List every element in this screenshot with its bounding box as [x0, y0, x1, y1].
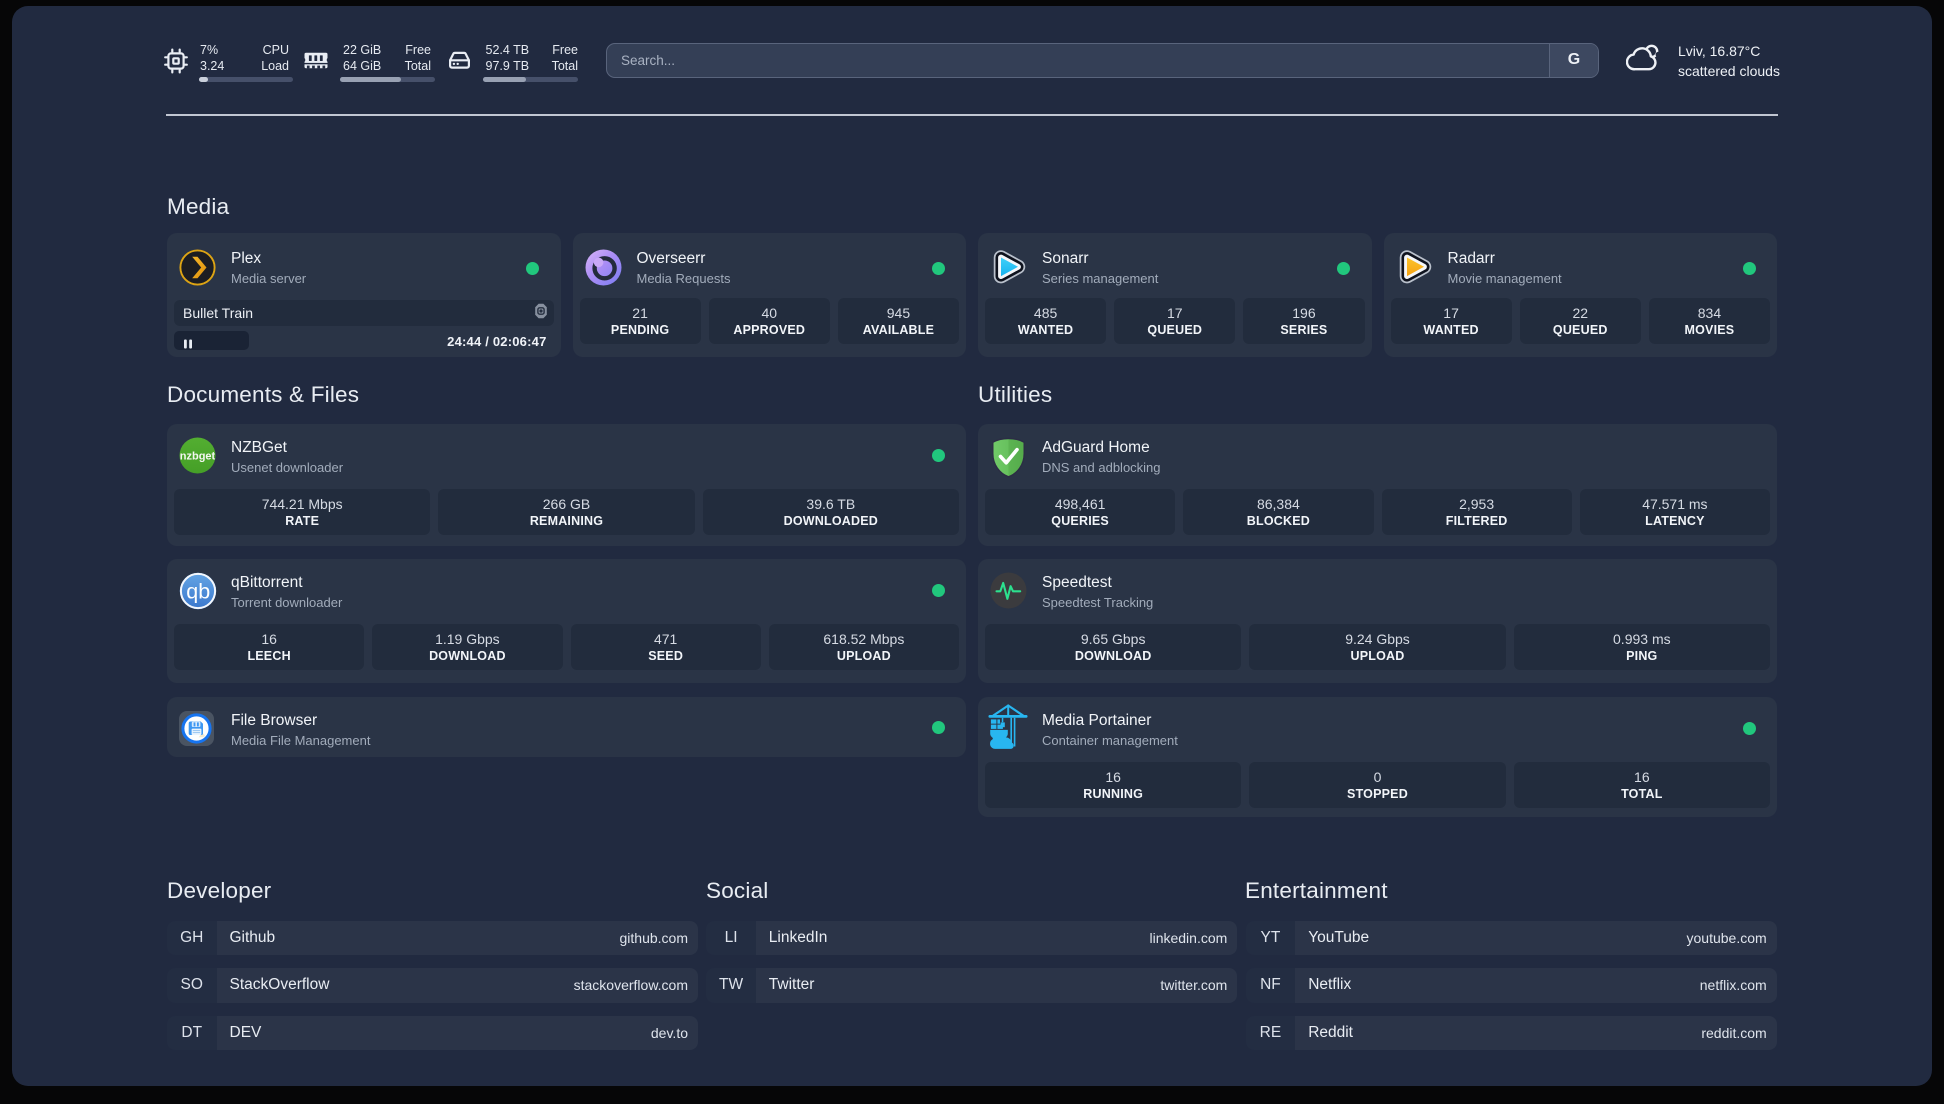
svg-text:nzbget: nzbget	[180, 451, 216, 463]
svg-text:qb: qb	[186, 580, 210, 604]
